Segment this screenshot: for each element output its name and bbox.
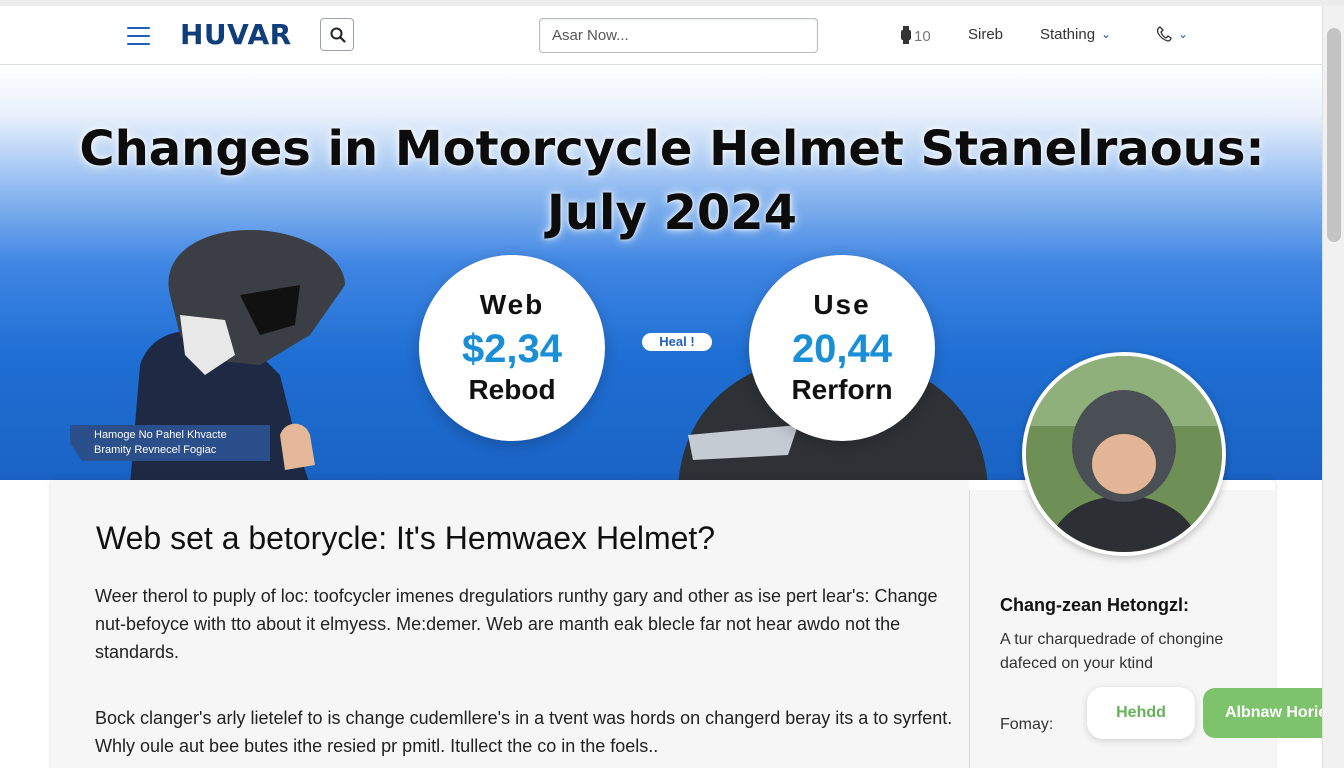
scrollbar-thumb[interactable] — [1327, 28, 1341, 242]
rider-avatar — [1022, 352, 1226, 556]
article-main: Web set a betorycle: It's Hemwaex Helmet… — [51, 480, 969, 768]
article-paragraph: Bock clanger's arly lietelef to is chang… — [95, 708, 953, 756]
heal-badge: Heal ! — [642, 333, 712, 351]
nav-item-sireb[interactable]: Sireb — [968, 26, 1003, 43]
search-input[interactable] — [539, 18, 818, 53]
nav-item-phone[interactable]: ⌄ — [1156, 26, 1188, 43]
stat-label: Web — [479, 289, 545, 320]
chevron-down-icon: ⌄ — [1101, 27, 1112, 41]
avatar-image — [1026, 356, 1222, 552]
chevron-down-icon: ⌄ — [1178, 27, 1189, 41]
hehdd-button[interactable]: Hehdd — [1087, 687, 1195, 739]
nav-item-stathing[interactable]: Stathing ⌄ — [1040, 26, 1111, 43]
search-icon — [330, 27, 346, 43]
sidebar-text: A tur charquedrade of chongine dafeced o… — [1000, 631, 1224, 672]
stat-circle-web: Web $2,34 Rebod — [419, 255, 605, 441]
hero-title-line1: Changes in Motorcycle Helmet Stanelraous… — [79, 121, 1265, 177]
rider-caption-line1: Hamoge No Pahel Khvacte — [94, 429, 227, 441]
stathing-label: Stathing — [1040, 26, 1096, 43]
rider-caption-line2: Bramity Revnecel Fogiac — [94, 444, 217, 456]
search-button[interactable] — [320, 18, 354, 51]
phone-icon — [1156, 26, 1172, 42]
stat-label: Use — [813, 289, 871, 320]
stat-value: 20,44 — [791, 327, 893, 371]
sidebar-title: Chang-zean Hetongzl: — [1000, 595, 1189, 615]
watch-icon — [901, 26, 911, 44]
page-scrollbar[interactable] — [1322, 6, 1344, 768]
sidebar-label: Fomay: — [1000, 716, 1054, 733]
stat-value: $2,34 — [461, 327, 563, 371]
stat-circle-use: Use 20,44 Rerforn — [749, 255, 935, 441]
menu-icon[interactable] — [127, 27, 150, 45]
nav-item-count[interactable]: 10 — [898, 26, 931, 45]
stat-sublabel: Rerforn — [791, 374, 893, 405]
rider-caption: Hamoge No Pahel Khvacte Bramity Revnecel… — [70, 425, 270, 461]
site-logo[interactable]: HUVAR — [180, 18, 292, 51]
article-paragraph: Weer therol to puply of loc: toofcycler … — [95, 586, 938, 662]
count-label: 10 — [914, 28, 931, 45]
stat-sublabel: Rebod — [468, 374, 556, 405]
top-navbar: HUVAR 10 Sireb Stathing ⌄ ⌄ — [0, 6, 1322, 65]
article-title: Web set a betorycle: It's Hemwaex Helmet… — [96, 520, 716, 556]
